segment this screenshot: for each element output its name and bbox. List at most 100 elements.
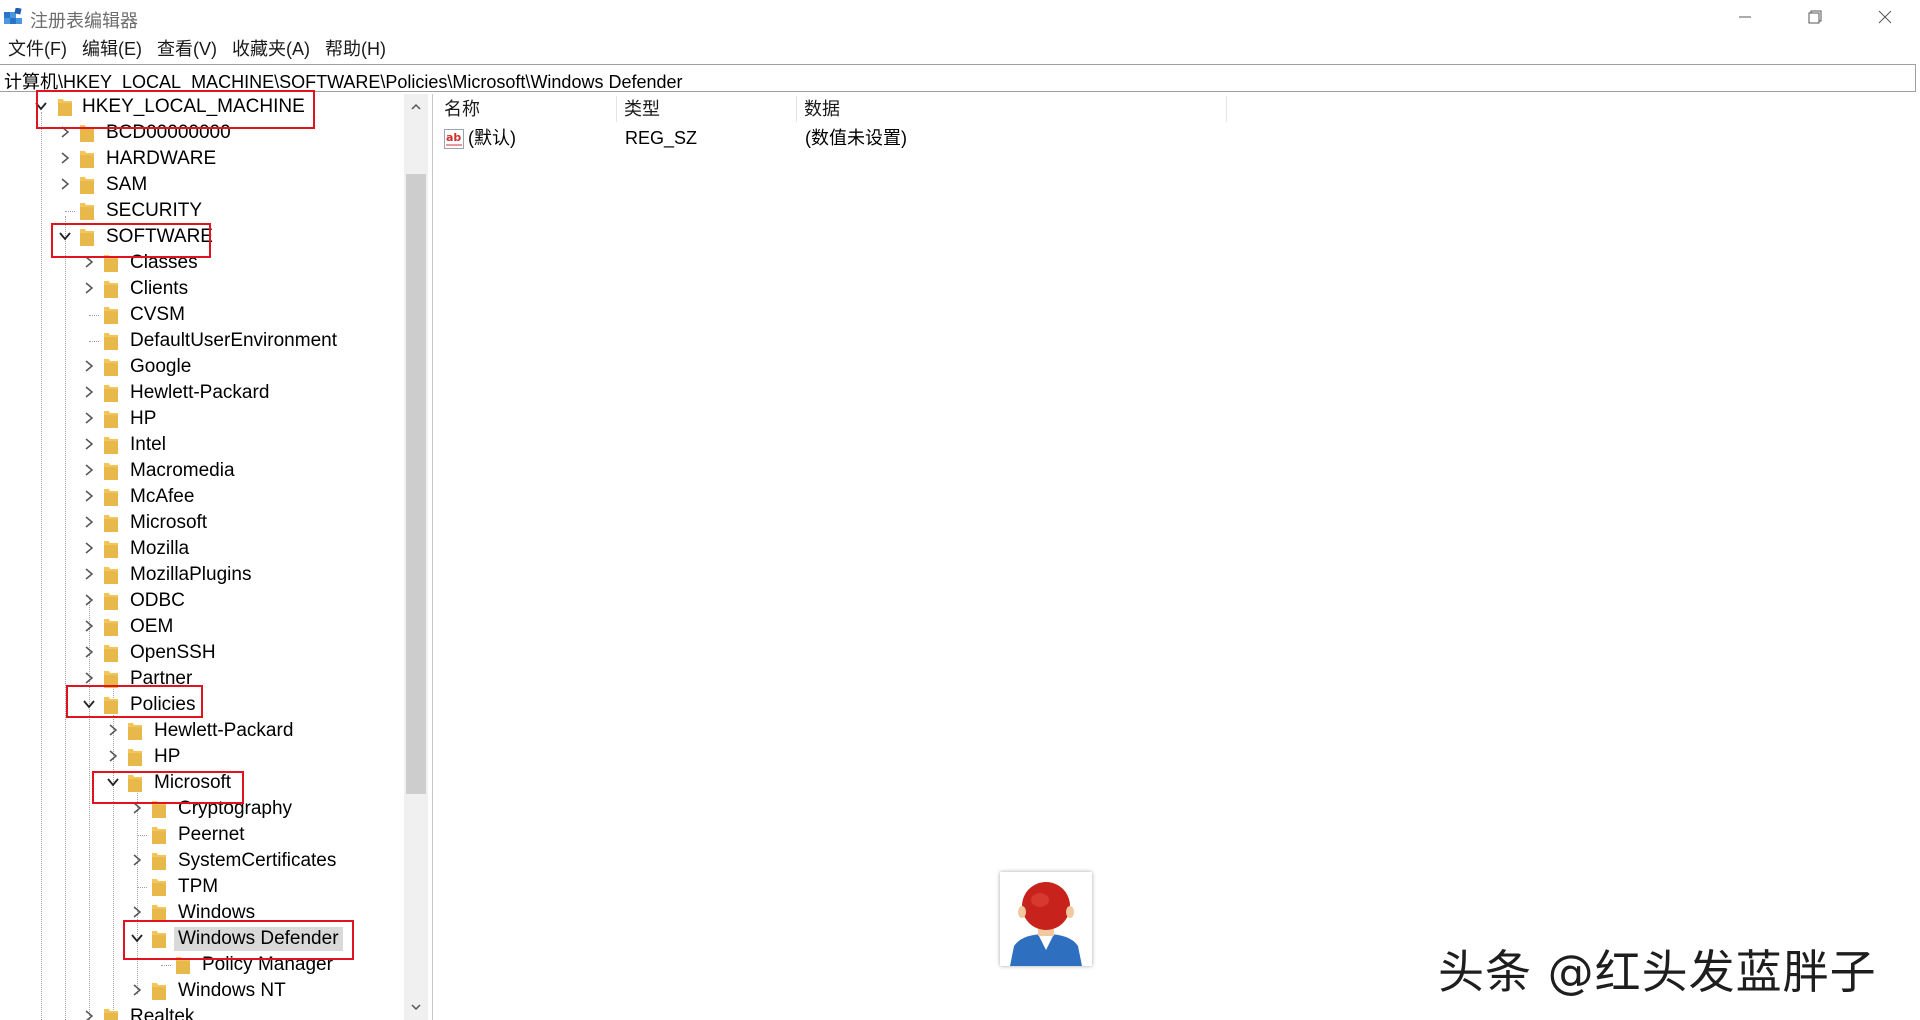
menu-help[interactable]: 帮助(H) xyxy=(317,34,393,64)
tree-node[interactable]: OpenSSH xyxy=(0,640,400,666)
tree-node[interactable]: HP xyxy=(0,406,400,432)
tree-node-label[interactable]: Peernet xyxy=(178,823,245,847)
chevron-right-icon[interactable] xyxy=(82,541,96,555)
minimize-button[interactable] xyxy=(1710,0,1780,34)
tree-node[interactable]: SECURITY xyxy=(0,198,400,224)
menu-edit[interactable]: 编辑(E) xyxy=(74,34,149,64)
tree-node-label[interactable]: McAfee xyxy=(130,485,194,509)
tree-node-label[interactable]: Hewlett-Packard xyxy=(154,719,293,743)
tree-node-label[interactable]: Hewlett-Packard xyxy=(130,381,269,405)
tree-node[interactable]: SystemCertificates xyxy=(0,848,400,874)
close-button[interactable] xyxy=(1850,0,1920,34)
folder-icon xyxy=(104,1009,118,1020)
chevron-right-icon[interactable] xyxy=(58,177,72,191)
tree-node[interactable]: Clients xyxy=(0,276,400,302)
tree-node-label[interactable]: SAM xyxy=(106,173,147,197)
chevron-right-icon[interactable] xyxy=(82,463,96,477)
tree-node[interactable]: Peernet xyxy=(0,822,400,848)
highlight-policies xyxy=(66,685,203,718)
address-bar[interactable]: 计算机\HKEY_LOCAL_MACHINE\SOFTWARE\Policies… xyxy=(0,64,1916,92)
tree-node[interactable]: McAfee xyxy=(0,484,400,510)
chevron-right-icon[interactable] xyxy=(82,281,96,295)
tree-node[interactable]: OEM xyxy=(0,614,400,640)
chevron-right-icon[interactable] xyxy=(82,437,96,451)
tree-node[interactable]: Realtek xyxy=(0,1004,400,1020)
tree-node[interactable]: MozillaPlugins xyxy=(0,562,400,588)
tree-node[interactable]: ODBC xyxy=(0,588,400,614)
chevron-up-icon xyxy=(411,103,421,110)
chevron-right-icon[interactable] xyxy=(82,489,96,503)
tree-node-label[interactable]: HP xyxy=(154,745,180,769)
menu-file[interactable]: 文件(F) xyxy=(0,34,74,64)
column-header-data[interactable]: 数据 xyxy=(796,94,1226,124)
chevron-right-icon[interactable] xyxy=(82,593,96,607)
chevron-right-icon[interactable] xyxy=(82,385,96,399)
chevron-right-icon[interactable] xyxy=(82,619,96,633)
tree-node[interactable]: Windows NT xyxy=(0,978,400,1004)
folder-icon xyxy=(104,359,118,376)
tree-node-label[interactable]: MozillaPlugins xyxy=(130,563,251,587)
registry-editor-icon xyxy=(4,8,22,24)
tree-node[interactable]: Microsoft xyxy=(0,510,400,536)
tree-node-label[interactable]: Mozilla xyxy=(130,537,189,561)
scroll-down-button[interactable] xyxy=(404,994,428,1020)
tree-node-label[interactable]: Clients xyxy=(130,277,188,301)
tree-node-label[interactable]: OEM xyxy=(130,615,173,639)
chevron-right-icon[interactable] xyxy=(106,723,120,737)
folder-icon xyxy=(104,385,118,402)
restore-button[interactable] xyxy=(1780,0,1850,34)
tree-node-label[interactable]: OpenSSH xyxy=(130,641,216,665)
tree-node[interactable]: DefaultUserEnvironment xyxy=(0,328,400,354)
tree-scrollbar[interactable] xyxy=(404,94,428,1020)
folder-icon xyxy=(104,567,118,584)
menu-favorites[interactable]: 收藏夹(A) xyxy=(224,34,317,64)
chevron-right-icon[interactable] xyxy=(82,671,96,685)
chevron-right-icon[interactable] xyxy=(58,151,72,165)
menu-view[interactable]: 查看(V) xyxy=(149,34,224,64)
tree-node-label[interactable]: Windows NT xyxy=(178,979,286,1003)
tree-node[interactable]: TPM xyxy=(0,874,400,900)
tree-node[interactable]: CVSM xyxy=(0,302,400,328)
chevron-right-icon[interactable] xyxy=(82,1009,96,1020)
tree-node[interactable]: Mozilla xyxy=(0,536,400,562)
tree-node-label[interactable]: HP xyxy=(130,407,156,431)
scroll-up-button[interactable] xyxy=(404,94,428,120)
tree-node[interactable]: HP xyxy=(0,744,400,770)
tree-node-label[interactable]: Realtek xyxy=(130,1005,194,1020)
value-row[interactable]: ab (默认) REG_SZ (数值未设置) xyxy=(436,124,1236,152)
tree-node-label[interactable]: HARDWARE xyxy=(106,147,216,171)
tree-node[interactable]: SAM xyxy=(0,172,400,198)
scroll-thumb[interactable] xyxy=(406,174,426,794)
tree-node-label[interactable]: Google xyxy=(130,355,191,379)
chevron-right-icon[interactable] xyxy=(82,515,96,529)
folder-icon xyxy=(80,177,94,194)
chevron-right-icon[interactable] xyxy=(82,645,96,659)
tree-node-label[interactable]: SECURITY xyxy=(106,199,202,223)
chevron-right-icon[interactable] xyxy=(82,567,96,581)
chevron-right-icon[interactable] xyxy=(82,359,96,373)
tree-node-label[interactable]: DefaultUserEnvironment xyxy=(130,329,337,353)
tree-node[interactable]: Macromedia xyxy=(0,458,400,484)
chevron-right-icon[interactable] xyxy=(130,905,144,919)
tree-connector xyxy=(161,965,171,966)
tree-node[interactable]: Hewlett-Packard xyxy=(0,718,400,744)
tree-node[interactable]: Hewlett-Packard xyxy=(0,380,400,406)
tree-node-label[interactable]: TPM xyxy=(178,875,218,899)
column-header-type[interactable]: 类型 xyxy=(616,94,796,124)
tree-node[interactable]: Google xyxy=(0,354,400,380)
tree-node-label[interactable]: CVSM xyxy=(130,303,185,327)
tree-node-label[interactable]: SystemCertificates xyxy=(178,849,336,873)
tree-node[interactable]: Intel xyxy=(0,432,400,458)
column-header-name[interactable]: 名称 xyxy=(436,94,616,124)
chevron-right-icon[interactable] xyxy=(130,983,144,997)
values-pane[interactable]: 名称 类型 数据 ab (默认) REG_SZ (数值未设置) xyxy=(436,94,1920,1020)
tree-node-label[interactable]: Macromedia xyxy=(130,459,235,483)
chevron-right-icon[interactable] xyxy=(106,749,120,763)
column-separator[interactable] xyxy=(1226,96,1227,122)
tree-node-label[interactable]: ODBC xyxy=(130,589,185,613)
tree-node-label[interactable]: Microsoft xyxy=(130,511,207,535)
tree-node-label[interactable]: Intel xyxy=(130,433,166,457)
tree-node[interactable]: HARDWARE xyxy=(0,146,400,172)
chevron-right-icon[interactable] xyxy=(82,411,96,425)
chevron-right-icon[interactable] xyxy=(130,853,144,867)
